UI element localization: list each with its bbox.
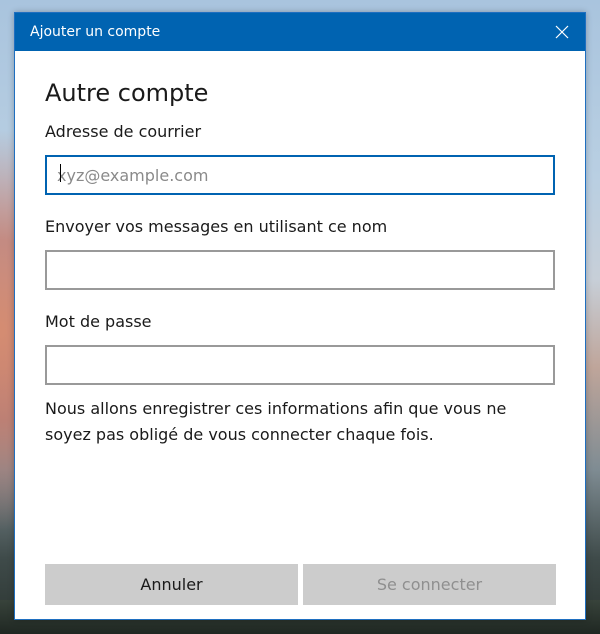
close-icon [555, 25, 569, 39]
dialog-title: Ajouter un compte [30, 24, 161, 40]
email-field[interactable] [45, 155, 555, 195]
sign-in-button[interactable]: Se connecter [303, 564, 556, 605]
info-text: Nous allons enregistrer ces informations… [45, 399, 507, 444]
text-caret [60, 164, 61, 182]
display-name-field[interactable] [45, 250, 555, 290]
close-button[interactable] [539, 13, 585, 51]
password-field[interactable] [45, 345, 555, 385]
add-account-dialog: Ajouter un compte Autre compte Adresse d… [14, 12, 586, 620]
email-label: Adresse de courrier [45, 122, 202, 141]
dialog-titlebar: Ajouter un compte [15, 13, 585, 51]
password-label: Mot de passe [45, 312, 152, 331]
display-name-label: Envoyer vos messages en utilisant ce nom [45, 217, 388, 236]
cancel-button[interactable]: Annuler [45, 564, 298, 605]
page-title: Autre compte [45, 79, 209, 107]
